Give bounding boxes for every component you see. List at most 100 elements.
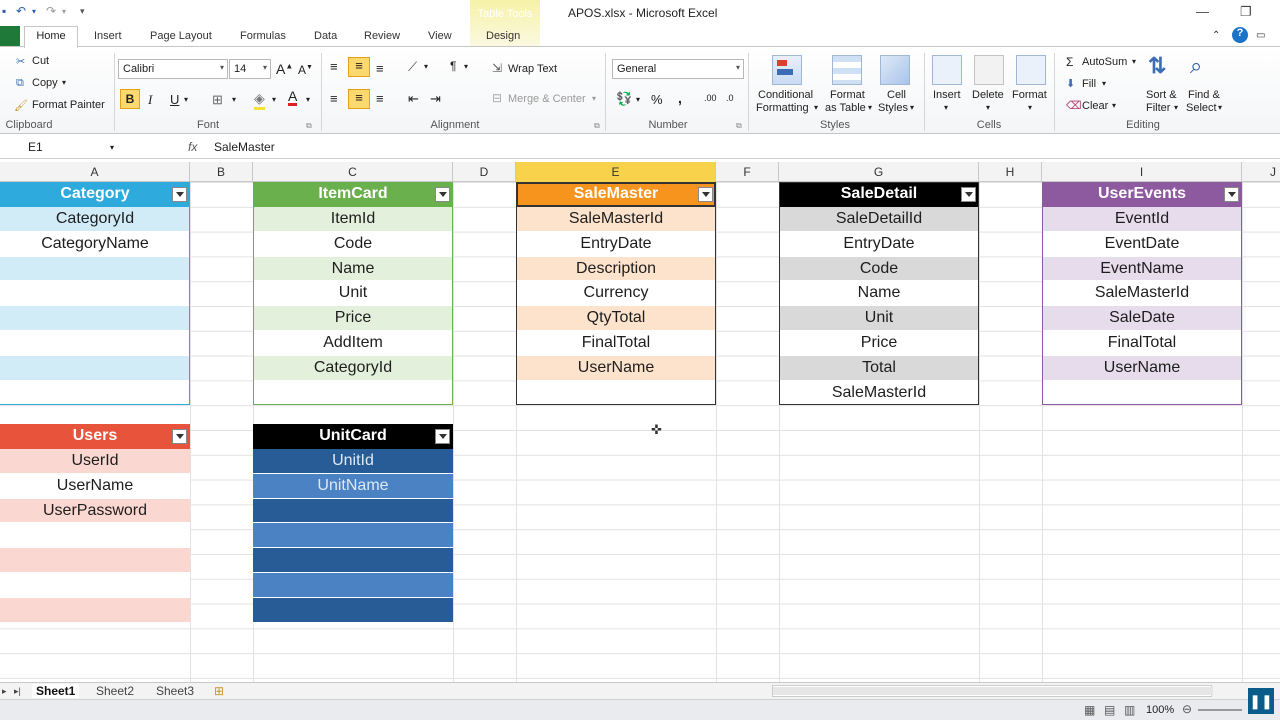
customize-qat-icon[interactable]: ▾: [80, 6, 85, 22]
sort-filter-button-line2[interactable]: Filter: [1146, 102, 1170, 114]
insert-dropdown-icon[interactable]: ▾: [944, 103, 948, 112]
table-row[interactable]: Description: [516, 256, 716, 282]
table-row[interactable]: SaleMasterId: [1042, 281, 1242, 307]
clear-dropdown-icon[interactable]: ▾: [1112, 101, 1116, 110]
table-row[interactable]: EventName: [1042, 256, 1242, 282]
cell-styles-button-line2[interactable]: Styles: [878, 102, 908, 114]
sort-filter-button[interactable]: Sort &: [1146, 89, 1177, 101]
table-header[interactable]: ItemCard: [253, 182, 453, 207]
borders-icon[interactable]: ⊞: [212, 92, 223, 108]
filter-dropdown-icon[interactable]: [698, 187, 713, 202]
clear-button[interactable]: Clear: [1082, 100, 1108, 112]
table-row[interactable]: UserName: [0, 473, 190, 499]
table-row[interactable]: CategoryId: [253, 355, 453, 381]
table-row[interactable]: EventDate: [1042, 231, 1242, 257]
paragraph-dropdown-icon[interactable]: ▾: [464, 62, 468, 71]
tab-formulas[interactable]: Formulas: [240, 30, 286, 42]
table-row[interactable]: FinalTotal: [1042, 331, 1242, 356]
page-break-view-icon[interactable]: ▥: [1124, 703, 1135, 717]
column-header-a[interactable]: A: [0, 162, 190, 182]
table-row[interactable]: EventId: [1042, 207, 1242, 232]
table-row[interactable]: UnitId: [253, 449, 453, 474]
underline-button[interactable]: U: [170, 92, 179, 107]
page-layout-view-icon[interactable]: ▤: [1104, 703, 1115, 717]
zoom-level[interactable]: 100%: [1146, 704, 1174, 716]
font-dialog-launcher-icon[interactable]: ⧉: [306, 121, 312, 131]
table-header[interactable]: SaleDetail: [779, 182, 979, 207]
fill-button[interactable]: Fill: [1082, 78, 1096, 90]
table-header[interactable]: UserEvents: [1042, 182, 1242, 207]
last-sheet-icon[interactable]: ▸|: [14, 686, 21, 697]
font-size-combo[interactable]: 14 ▾: [229, 59, 271, 79]
filter-dropdown-icon[interactable]: [172, 429, 187, 444]
restore-icon[interactable]: ❐: [1240, 4, 1252, 20]
font-color-icon[interactable]: A: [288, 89, 298, 106]
prev-sheet-icon[interactable]: ▸: [2, 686, 7, 697]
conditional-formatting-dropdown-icon[interactable]: ▾: [814, 103, 818, 112]
table-row[interactable]: SaleMasterId: [779, 380, 979, 406]
fx-icon[interactable]: fx: [188, 140, 197, 154]
normal-view-icon[interactable]: ▦: [1084, 703, 1095, 717]
table-row[interactable]: Name: [779, 281, 979, 307]
grow-font-icon[interactable]: A▲: [276, 61, 293, 77]
table-row[interactable]: SaleDetailId: [779, 207, 979, 232]
underline-dropdown-icon[interactable]: ▾: [184, 95, 188, 104]
tab-insert[interactable]: Insert: [94, 30, 122, 42]
tab-page-layout[interactable]: Page Layout: [150, 30, 212, 42]
font-name-combo[interactable]: Calibri ▾: [118, 59, 228, 79]
format-painter-button[interactable]: Format Painter: [32, 99, 105, 111]
table-row[interactable]: Name: [253, 256, 453, 282]
delete-dropdown-icon[interactable]: ▾: [986, 103, 990, 112]
sheet-tab-3[interactable]: Sheet3: [156, 684, 194, 698]
redo-icon[interactable]: ↷: [46, 4, 56, 20]
worksheet-grid[interactable]: Category CategoryId CategoryName ItemCar…: [0, 182, 1280, 682]
table-row[interactable]: Price: [253, 306, 453, 331]
table-row[interactable]: FinalTotal: [516, 331, 716, 356]
table-row[interactable]: CategoryName: [0, 231, 190, 257]
tab-data[interactable]: Data: [314, 30, 337, 42]
zoom-slider[interactable]: [1198, 709, 1242, 711]
table-row[interactable]: [253, 498, 453, 524]
column-header-j[interactable]: J: [1242, 162, 1280, 182]
table-row[interactable]: [0, 597, 190, 623]
help-icon[interactable]: ?: [1232, 27, 1248, 43]
align-center-icon[interactable]: ≡: [348, 89, 370, 109]
table-header[interactable]: Users: [0, 424, 190, 449]
filter-dropdown-icon[interactable]: [435, 429, 450, 444]
conditional-formatting-button[interactable]: Conditional: [758, 89, 813, 101]
copy-button[interactable]: Copy: [32, 77, 58, 89]
column-header-i[interactable]: I: [1042, 162, 1242, 182]
number-format-combo[interactable]: General ▾: [612, 59, 744, 79]
column-header-f[interactable]: F: [716, 162, 779, 182]
table-row[interactable]: UserName: [516, 355, 716, 381]
table-row[interactable]: QtyTotal: [516, 306, 716, 331]
format-as-table-button-line2[interactable]: as Table: [825, 102, 866, 114]
table-row[interactable]: Code: [779, 256, 979, 282]
align-bottom-icon[interactable]: ≡: [376, 61, 384, 76]
currency-dropdown-icon[interactable]: ▾: [636, 95, 640, 104]
borders-dropdown-icon[interactable]: ▾: [232, 95, 236, 104]
delete-cells-button[interactable]: Delete: [972, 89, 1004, 101]
align-top-icon[interactable]: ≡: [330, 59, 338, 74]
table-row[interactable]: Currency: [516, 281, 716, 307]
table-row[interactable]: CategoryId: [0, 207, 190, 232]
minimize-icon[interactable]: —: [1196, 4, 1209, 19]
name-box-dropdown-icon[interactable]: ▾: [110, 143, 114, 152]
table-row[interactable]: Code: [253, 231, 453, 257]
table-row[interactable]: UserPassword: [0, 498, 190, 524]
wrap-text-button[interactable]: Wrap Text: [508, 63, 557, 75]
table-row[interactable]: [253, 380, 453, 406]
table-row[interactable]: [253, 573, 453, 598]
fill-color-dropdown-icon[interactable]: ▾: [272, 95, 276, 104]
filter-dropdown-icon[interactable]: [435, 187, 450, 202]
table-row[interactable]: [516, 380, 716, 406]
copy-dropdown-icon[interactable]: ▾: [62, 78, 66, 87]
number-dialog-launcher-icon[interactable]: ⧉: [736, 121, 742, 131]
align-right-icon[interactable]: ≡: [376, 91, 384, 106]
scrollbar-thumb[interactable]: [773, 687, 1213, 695]
tab-view[interactable]: View: [428, 30, 452, 42]
undo-dropdown-icon[interactable]: ▾: [32, 7, 36, 23]
shrink-font-icon[interactable]: A▼: [298, 63, 313, 77]
table-row[interactable]: [0, 306, 190, 331]
autosum-button[interactable]: AutoSum: [1082, 56, 1127, 68]
